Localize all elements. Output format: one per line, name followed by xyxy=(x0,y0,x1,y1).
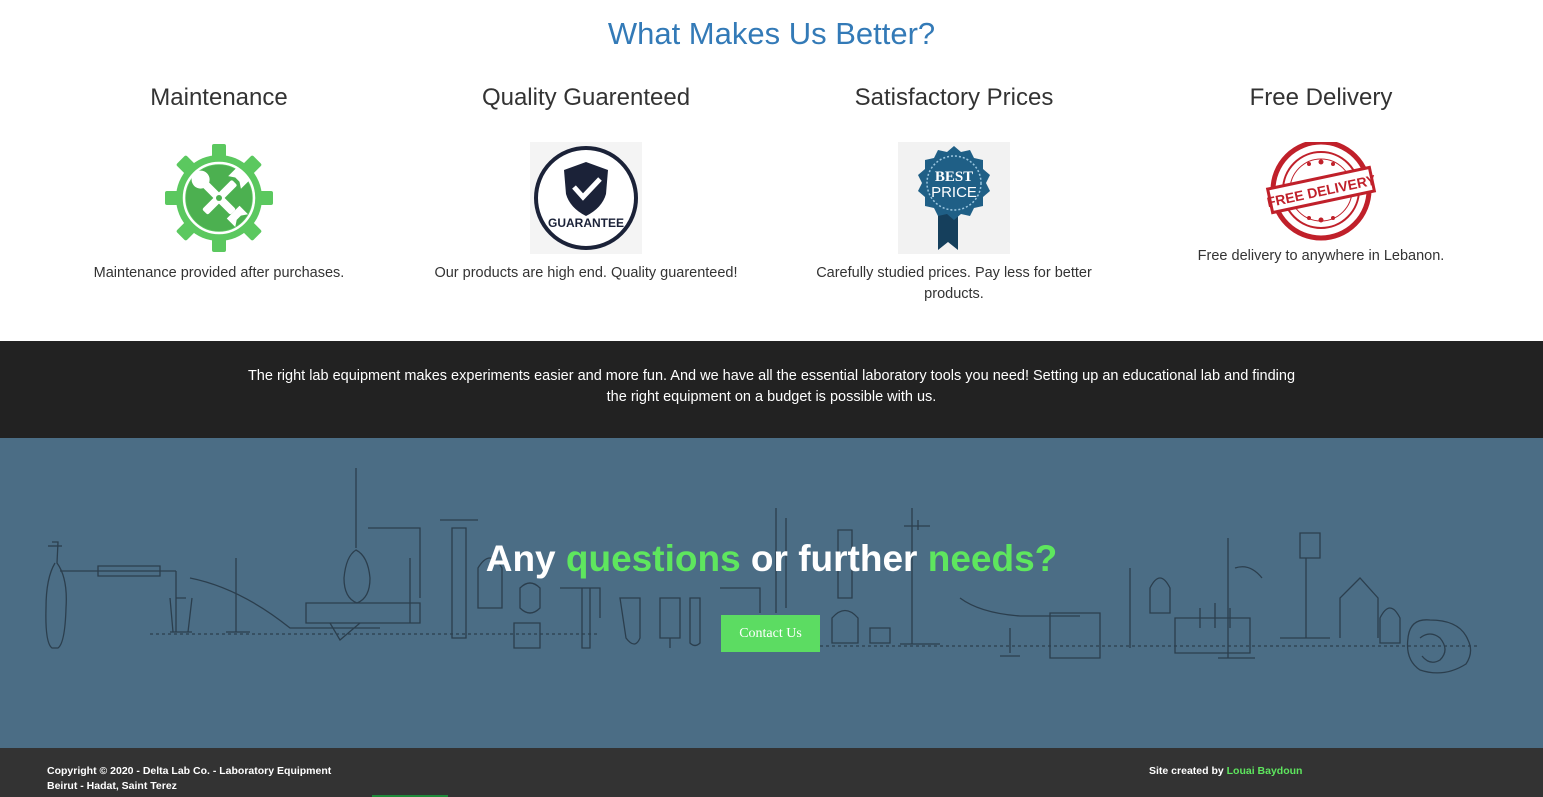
svg-text:GUARANTEE: GUARANTEE xyxy=(548,216,624,230)
features-title: What Makes Us Better? xyxy=(607,16,936,51)
feature-description: Maintenance provided after purchases. xyxy=(93,265,345,281)
guarantee-shield-icon: GUARANTEE xyxy=(530,142,642,254)
features-section: What Makes Us Better? Maintenance Mainte… xyxy=(0,0,1543,341)
feature-title: Free Delivery xyxy=(1249,84,1393,111)
credit-prefix: Site created by xyxy=(1149,765,1227,777)
best-price-ribbon-icon: BEST PRICE xyxy=(898,142,1010,254)
feature-description: Our products are high end. Quality guare… xyxy=(434,265,738,281)
feature-title: Quality Guarenteed xyxy=(481,84,691,111)
contact-us-button[interactable]: Contact Us xyxy=(721,615,820,652)
free-delivery-stamp-icon: FREE DELIVERY xyxy=(1265,139,1378,254)
feature-title: Satisfactory Prices xyxy=(854,84,1054,111)
feature-description: Carefully studied prices. Pay less for b… xyxy=(816,265,1092,302)
cta-heading-text: Any xyxy=(485,538,566,579)
cta-heading-highlight: questions xyxy=(565,538,741,579)
feature-quality: Quality Guarenteed GUARANTEE Our product… xyxy=(421,84,751,284)
svg-text:PRICE: PRICE xyxy=(931,184,977,201)
author-link[interactable]: Louai Baydoun xyxy=(1227,765,1303,777)
svg-text:BEST: BEST xyxy=(935,169,973,185)
maintenance-gear-wrench-icon xyxy=(163,142,275,254)
feature-prices: Satisfactory Prices BEST PRICE Carefully… xyxy=(789,84,1119,305)
intro-text: The right lab equipment makes experiment… xyxy=(247,368,1296,405)
cta-heading: Any questions or further needs? xyxy=(0,538,1543,580)
footer: Copyright © 2020 - Delta Lab Co. - Labor… xyxy=(0,748,1543,797)
address-line: Beirut - Hadat, Saint Terez xyxy=(47,780,177,792)
footer-credit: Site created by Louai Baydoun xyxy=(1149,764,1302,779)
lab-equipment-illustration xyxy=(45,468,1480,674)
copyright-line: Copyright © 2020 - Delta Lab Co. - Labor… xyxy=(47,765,332,777)
feature-title: Maintenance xyxy=(150,84,288,111)
feature-delivery: Free Delivery FREE DELIVERY Free deliver… xyxy=(1156,84,1486,267)
footer-copyright: Copyright © 2020 - Delta Lab Co. - Labor… xyxy=(47,764,331,794)
cta-heading-highlight: needs? xyxy=(927,538,1058,579)
cta-heading-text: or further xyxy=(740,538,928,579)
contact-cta-section: Any questions or further needs? Contact … xyxy=(0,438,1543,748)
feature-maintenance: Maintenance Maintenance provided after p… xyxy=(54,84,384,284)
intro-band: The right lab equipment makes experiment… xyxy=(0,341,1543,438)
